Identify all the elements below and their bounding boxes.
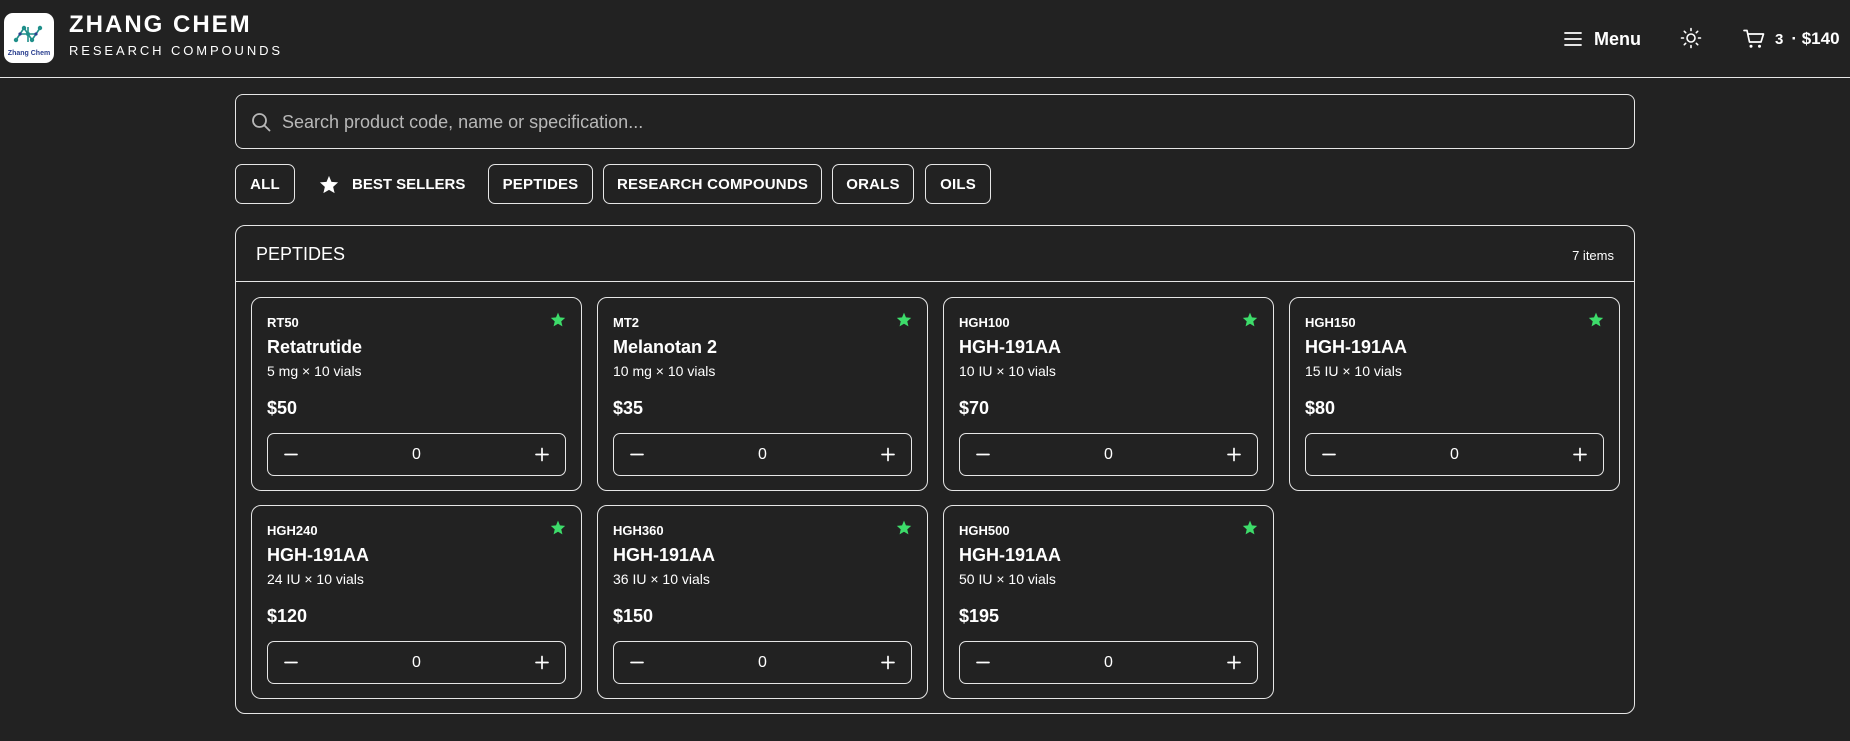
- product-spec: 50 IU × 10 vials: [959, 571, 1056, 587]
- sun-icon: [1680, 27, 1702, 49]
- hamburger-icon: [1564, 32, 1582, 46]
- product-spec: 5 mg × 10 vials: [267, 363, 362, 379]
- quantity-value: 0: [1104, 446, 1113, 463]
- filter-research-compounds[interactable]: RESEARCH COMPOUNDS: [603, 164, 822, 204]
- section-title: PEPTIDES: [256, 244, 346, 264]
- brand-subtitle: RESEARCH COMPOUNDS: [69, 43, 283, 58]
- product-code: HGH240: [267, 523, 318, 538]
- product-spec: 24 IU × 10 vials: [267, 571, 364, 587]
- quantity-value: 0: [1104, 654, 1113, 671]
- product-code: RT50: [267, 315, 299, 330]
- theme-toggle-button[interactable]: [1680, 27, 1702, 49]
- product-spec: 10 mg × 10 vials: [613, 363, 716, 379]
- product-price: $120: [267, 606, 308, 626]
- plus-icon[interactable]: [1219, 439, 1249, 470]
- product-name: HGH-191AA: [267, 545, 370, 565]
- filter-orals[interactable]: ORALS: [832, 164, 914, 204]
- product-price: $80: [1305, 398, 1336, 418]
- quantity-stepper: 0: [1305, 433, 1604, 476]
- cart-count: 3: [1775, 30, 1784, 48]
- quantity-stepper: 0: [267, 641, 566, 684]
- quantity-stepper: 0: [267, 433, 566, 476]
- plus-icon[interactable]: [873, 647, 903, 678]
- minus-icon[interactable]: [622, 439, 652, 470]
- product-card: HGH150 HGH-191AA 15 IU × 10 vials $80 0: [1289, 297, 1620, 491]
- product-price: $195: [959, 606, 1000, 626]
- plus-icon[interactable]: [873, 439, 903, 470]
- plus-icon[interactable]: [527, 647, 557, 678]
- product-price: $150: [613, 606, 654, 626]
- minus-icon[interactable]: [1314, 439, 1344, 470]
- minus-icon[interactable]: [968, 439, 998, 470]
- product-price: $50: [267, 398, 298, 418]
- product-code: HGH360: [613, 523, 664, 538]
- star-icon: [319, 175, 339, 193]
- quantity-stepper: 0: [959, 433, 1258, 476]
- filter-peptides[interactable]: PEPTIDES: [488, 164, 593, 204]
- favorite-star-icon[interactable]: [1242, 520, 1258, 535]
- cart-total: · $140: [1791, 29, 1840, 48]
- logo-text: Zhang Chem: [7, 50, 51, 57]
- product-name: Melanotan 2: [613, 337, 718, 357]
- product-name: HGH-191AA: [1305, 337, 1408, 357]
- product-code: HGH500: [959, 523, 1010, 538]
- product-spec: 36 IU × 10 vials: [613, 571, 710, 587]
- product-card: HGH500 HGH-191AA 50 IU × 10 vials $195 0: [943, 505, 1274, 699]
- favorite-star-icon[interactable]: [550, 520, 566, 535]
- search-icon: [252, 113, 271, 132]
- section-header: PEPTIDES 7 items: [236, 226, 1634, 282]
- product-name: HGH-191AA: [613, 545, 716, 565]
- favorite-star-icon[interactable]: [896, 312, 912, 327]
- product-spec: 10 IU × 10 vials: [959, 363, 1056, 379]
- product-card: MT2 Melanotan 2 10 mg × 10 vials $35 0: [597, 297, 928, 491]
- filter-all[interactable]: ALL: [235, 164, 295, 204]
- quantity-value: 0: [758, 446, 767, 463]
- product-section: PEPTIDES 7 items RT50 Retatrutide 5 mg ×…: [235, 225, 1635, 714]
- quantity-stepper: 0: [959, 641, 1258, 684]
- product-price: $35: [613, 398, 644, 418]
- cart-icon: [1743, 29, 1765, 48]
- favorite-star-icon[interactable]: [1242, 312, 1258, 327]
- quantity-value: 0: [412, 446, 421, 463]
- product-spec: 15 IU × 10 vials: [1305, 363, 1402, 379]
- filter-best-sellers[interactable]: BEST SELLERS: [319, 164, 465, 204]
- item-count: 7 items: [1572, 248, 1614, 263]
- menu-label: Menu: [1594, 28, 1641, 49]
- minus-icon[interactable]: [276, 647, 306, 678]
- quantity-value: 0: [758, 654, 767, 671]
- favorite-star-icon[interactable]: [1588, 312, 1604, 327]
- product-price: $70: [959, 398, 990, 418]
- product-name: HGH-191AA: [959, 337, 1062, 357]
- filter-oils[interactable]: OILS: [925, 164, 991, 204]
- brand-title: ZHANG CHEM: [69, 11, 252, 38]
- product-code: HGH100: [959, 315, 1010, 330]
- product-card: HGH360 HGH-191AA 36 IU × 10 vials $150 0: [597, 505, 928, 699]
- filter-best-sellers-label: BEST SELLERS: [352, 175, 466, 193]
- favorite-star-icon[interactable]: [896, 520, 912, 535]
- plus-icon[interactable]: [1565, 439, 1595, 470]
- product-card: HGH240 HGH-191AA 24 IU × 10 vials $120 0: [251, 505, 582, 699]
- plus-icon[interactable]: [1219, 647, 1249, 678]
- favorite-star-icon[interactable]: [550, 312, 566, 327]
- quantity-stepper: 0: [613, 433, 912, 476]
- search-input[interactable]: [280, 95, 1624, 150]
- quantity-stepper: 0: [613, 641, 912, 684]
- product-name: HGH-191AA: [959, 545, 1062, 565]
- menu-button[interactable]: Menu: [1564, 24, 1641, 54]
- plus-icon[interactable]: [527, 439, 557, 470]
- product-card: HGH100 HGH-191AA 10 IU × 10 vials $70 0: [943, 297, 1274, 491]
- search-bar: [235, 94, 1635, 150]
- logo[interactable]: Zhang Chem: [4, 13, 54, 63]
- quantity-value: 0: [412, 654, 421, 671]
- product-code: HGH150: [1305, 315, 1356, 330]
- minus-icon[interactable]: [968, 647, 998, 678]
- product-card: RT50 Retatrutide 5 mg × 10 vials $50 0: [251, 297, 582, 491]
- product-code: MT2: [613, 315, 639, 330]
- minus-icon[interactable]: [276, 439, 306, 470]
- quantity-value: 0: [1450, 446, 1459, 463]
- cart-button[interactable]: 3 · $140: [1743, 24, 1840, 54]
- product-name: Retatrutide: [267, 337, 363, 357]
- site-header: Zhang Chem ZHANG CHEM RESEARCH COMPOUNDS…: [0, 0, 1850, 78]
- minus-icon[interactable]: [622, 647, 652, 678]
